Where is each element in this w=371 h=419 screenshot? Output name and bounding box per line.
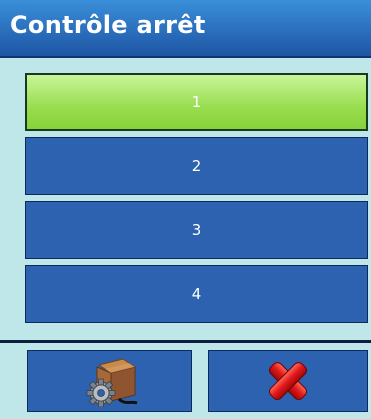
list-item-3[interactable]: 3 (25, 201, 368, 259)
list-item-label: 2 (191, 157, 202, 175)
list-item-1[interactable]: 1 (25, 73, 368, 131)
softkey-bar (0, 343, 371, 419)
box-gear-icon (79, 355, 141, 407)
list-item-label: 4 (191, 285, 202, 303)
cancel-softkey-button[interactable] (208, 350, 368, 412)
list-item-label: 1 (191, 93, 202, 111)
screen: Contrôle arrêt 1 2 3 4 (0, 0, 371, 419)
list-item-label: 3 (191, 221, 202, 239)
page-title: Contrôle arrêt (10, 11, 206, 39)
title-bar: Contrôle arrêt (0, 0, 371, 58)
list-item-2[interactable]: 2 (25, 137, 368, 195)
red-x-cancel-icon (265, 358, 311, 404)
list-item-4[interactable]: 4 (25, 265, 368, 323)
setup-softkey-button[interactable] (27, 350, 192, 412)
